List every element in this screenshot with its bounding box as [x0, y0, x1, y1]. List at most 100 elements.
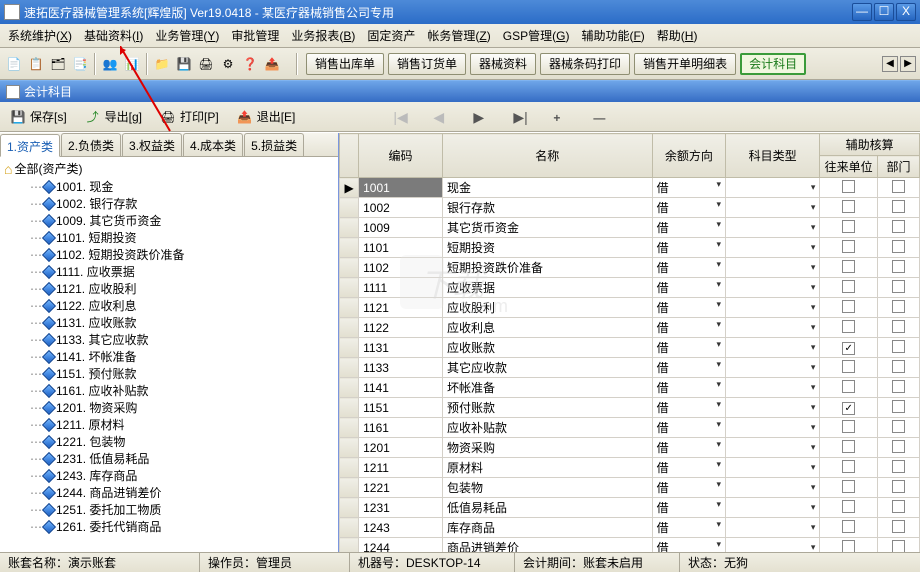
table-row[interactable]: 1121应收股利借▾▾ [340, 298, 920, 318]
cell-unit[interactable]: ✓ [820, 398, 878, 418]
cell-unit[interactable] [820, 518, 878, 538]
cell-type[interactable]: ▾ [726, 418, 820, 438]
cell-code[interactable]: 1131 [359, 338, 443, 358]
tool-icon-4[interactable]: 📑 [70, 54, 90, 74]
cell-dept[interactable] [878, 198, 920, 218]
cell-name[interactable]: 应收票据 [442, 278, 652, 298]
tool-icon-7[interactable]: 📁 [152, 54, 172, 74]
cell-unit[interactable] [820, 418, 878, 438]
tree-item[interactable]: ⋯1001. 现金 [4, 178, 334, 195]
tree-item[interactable]: ⋯1121. 应收股利 [4, 280, 334, 297]
cell-dir[interactable]: 借▾ [652, 398, 725, 418]
cell-code[interactable]: 1201 [359, 438, 443, 458]
cell-dir[interactable]: 借▾ [652, 338, 725, 358]
tree-item[interactable]: ⋯1151. 预付账款 [4, 365, 334, 382]
cell-code[interactable]: 1133 [359, 358, 443, 378]
menu-item-8[interactable]: 辅助功能(F) [575, 25, 650, 46]
tree-root[interactable]: ⌂ 全部(资产类) [4, 159, 334, 178]
cell-dir[interactable]: 借▾ [652, 298, 725, 318]
cell-dir[interactable]: 借▾ [652, 218, 725, 238]
exit-icon[interactable]: 📤 [262, 54, 282, 74]
category-tab-1[interactable]: 2.负债类 [61, 133, 121, 156]
maximize-button[interactable]: ☐ [874, 3, 894, 21]
table-row[interactable]: 1102短期投资跌价准备借▾▾ [340, 258, 920, 278]
cell-type[interactable]: ▾ [726, 338, 820, 358]
prev-button[interactable]: ◀ [433, 109, 449, 125]
table-row[interactable]: 1141坏帐准备借▾▾ [340, 378, 920, 398]
menu-item-7[interactable]: GSP管理(G) [497, 25, 576, 46]
cell-unit[interactable]: ✓ [820, 338, 878, 358]
cell-type[interactable]: ▾ [726, 398, 820, 418]
cell-code[interactable]: 1161 [359, 418, 443, 438]
cell-dept[interactable] [878, 398, 920, 418]
cell-name[interactable]: 包装物 [442, 478, 652, 498]
cell-name[interactable]: 库存商品 [442, 518, 652, 538]
cell-dir[interactable]: 借▾ [652, 418, 725, 438]
table-row[interactable]: 1101短期投资借▾▾ [340, 238, 920, 258]
cell-code[interactable]: 1231 [359, 498, 443, 518]
cell-name[interactable]: 其它应收款 [442, 358, 652, 378]
menu-item-6[interactable]: 帐务管理(Z) [421, 25, 496, 46]
cell-name[interactable]: 应收补贴款 [442, 418, 652, 438]
cell-type[interactable]: ▾ [726, 198, 820, 218]
tab-pill-4[interactable]: 销售开单明细表 [634, 53, 736, 75]
cell-unit[interactable] [820, 178, 878, 198]
tool-icon-1[interactable]: 📄 [4, 54, 24, 74]
add-button[interactable]: + [553, 109, 569, 125]
minimize-button[interactable]: — [852, 3, 872, 21]
cell-unit[interactable] [820, 238, 878, 258]
cell-code[interactable]: 1244 [359, 538, 443, 553]
table-row[interactable]: 1122应收利息借▾▾ [340, 318, 920, 338]
cell-unit[interactable] [820, 538, 878, 553]
cell-unit[interactable] [820, 298, 878, 318]
cell-type[interactable]: ▾ [726, 318, 820, 338]
tree-item[interactable]: ⋯1231. 低值易耗品 [4, 450, 334, 467]
col-type[interactable]: 科目类型 [726, 134, 820, 178]
cell-name[interactable]: 坏帐准备 [442, 378, 652, 398]
cell-dept[interactable] [878, 418, 920, 438]
cell-dept[interactable] [878, 218, 920, 238]
col-dir[interactable]: 余额方向 [652, 134, 725, 178]
cell-dir[interactable]: 借▾ [652, 178, 725, 198]
col-unit[interactable]: 往来单位 [820, 156, 878, 178]
menu-item-1[interactable]: 基础资料(I) [78, 25, 149, 46]
cell-name[interactable]: 短期投资跌价准备 [442, 258, 652, 278]
tree-item[interactable]: ⋯1141. 坏帐准备 [4, 348, 334, 365]
table-row[interactable]: 1211原材料借▾▾ [340, 458, 920, 478]
cell-type[interactable]: ▾ [726, 298, 820, 318]
category-tab-3[interactable]: 4.成本类 [183, 133, 243, 156]
cell-name[interactable]: 其它货币资金 [442, 218, 652, 238]
cell-dir[interactable]: 借▾ [652, 358, 725, 378]
table-row[interactable]: 1009其它货币资金借▾▾ [340, 218, 920, 238]
cell-unit[interactable] [820, 258, 878, 278]
tree-item[interactable]: ⋯1131. 应收账款 [4, 314, 334, 331]
cell-dept[interactable] [878, 438, 920, 458]
cell-name[interactable]: 商品进销差价 [442, 538, 652, 553]
tree-item[interactable]: ⋯1111. 应收票据 [4, 263, 334, 280]
cell-code[interactable]: 1101 [359, 238, 443, 258]
menu-item-4[interactable]: 业务报表(B) [285, 25, 361, 46]
tool-icon-6[interactable]: 📊 [122, 54, 142, 74]
cell-type[interactable]: ▾ [726, 358, 820, 378]
cell-name[interactable]: 预付账款 [442, 398, 652, 418]
cell-dir[interactable]: 借▾ [652, 258, 725, 278]
cell-dir[interactable]: 借▾ [652, 238, 725, 258]
cell-code[interactable]: 1121 [359, 298, 443, 318]
cell-dir[interactable]: 借▾ [652, 198, 725, 218]
tool-icon-5[interactable]: 👥 [100, 54, 120, 74]
tab-pill-0[interactable]: 销售出库单 [306, 53, 384, 75]
cell-dept[interactable] [878, 278, 920, 298]
tree-item[interactable]: ⋯1122. 应收利息 [4, 297, 334, 314]
cell-type[interactable]: ▾ [726, 178, 820, 198]
scroll-left-button[interactable]: ◀ [882, 56, 898, 72]
col-dept[interactable]: 部门 [878, 156, 920, 178]
tree-item[interactable]: ⋯1211. 原材料 [4, 416, 334, 433]
cell-dept[interactable] [878, 318, 920, 338]
cell-type[interactable]: ▾ [726, 518, 820, 538]
cell-dir[interactable]: 借▾ [652, 518, 725, 538]
cell-dept[interactable] [878, 458, 920, 478]
cell-unit[interactable] [820, 478, 878, 498]
cell-name[interactable]: 低值易耗品 [442, 498, 652, 518]
cell-unit[interactable] [820, 358, 878, 378]
table-row[interactable]: 1002银行存款借▾▾ [340, 198, 920, 218]
